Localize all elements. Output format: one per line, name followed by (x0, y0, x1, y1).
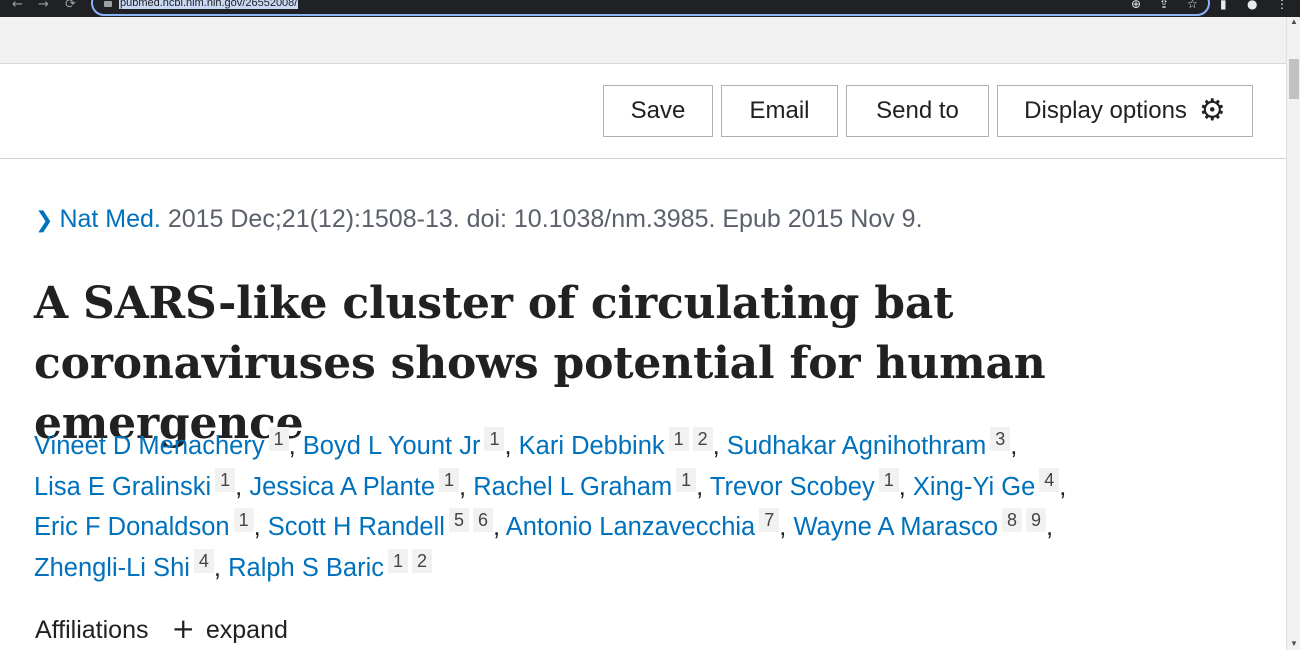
affiliation-ref-badge[interactable]: 1 (676, 467, 697, 492)
browser-toolbar: ← → ⟳ pubmed.ncbi.nlm.nih.gov/26552008/ … (0, 0, 1300, 17)
author-separator: , (898, 472, 906, 501)
gear-icon: ⚙ (1198, 93, 1226, 128)
affiliation-ref-badge[interactable]: 1 (484, 427, 505, 451)
page-scrollbar[interactable]: ▲ ▼ (1286, 17, 1300, 650)
author-link[interactable]: Zhengli-Li Shi (34, 554, 190, 582)
affiliation-ref-badge[interactable]: 2 (692, 427, 713, 451)
author-link[interactable]: Ralph S Baric (228, 554, 384, 582)
chevron-right-icon[interactable]: ❯ (35, 208, 53, 233)
email-button-label: Email (749, 97, 810, 124)
author-separator: , (459, 472, 467, 501)
side-panel-icon[interactable]: ▮ (1220, 0, 1227, 10)
affiliation-ref-badge[interactable]: 6 (472, 508, 493, 532)
article-actions-bar: Save Email Send to Display options ⚙ (0, 65, 1286, 159)
send-to-button-label: Send to (876, 97, 959, 124)
affiliation-ref-badge[interactable]: 1 (878, 467, 899, 492)
reload-icon[interactable]: ⟳ (65, 0, 76, 11)
author-separator: , (1010, 432, 1018, 460)
scroll-thumb[interactable] (1289, 59, 1299, 99)
author-item: Scott H Randell 5 6, (268, 508, 501, 541)
author-item: Lisa E Gralinski 1, (34, 467, 243, 501)
affiliation-ref-badge[interactable]: 5 (448, 508, 469, 532)
display-options-button-label: Display options (1024, 97, 1187, 124)
display-options-button[interactable]: Display options ⚙ (997, 85, 1253, 137)
author-item: Eric F Donaldson 1, (34, 508, 261, 541)
affiliations-label: Affiliations (35, 616, 149, 644)
affiliation-ref-badge[interactable]: 1 (233, 508, 254, 532)
affiliation-ref-badge[interactable]: 4 (193, 548, 214, 573)
author-item: Antonio Lanzavecchia 7, (506, 508, 787, 541)
author-link[interactable]: Lisa E Gralinski (34, 473, 211, 501)
author-link[interactable]: Scott H Randell (268, 513, 445, 541)
save-button[interactable]: Save (603, 85, 713, 137)
expand-affiliations-button[interactable]: expand (206, 616, 288, 644)
plus-icon[interactable]: + (171, 612, 194, 645)
author-item: Ralph S Baric 1 2 (228, 548, 433, 582)
author-link[interactable]: Sudhakar Agnihothram (727, 432, 986, 460)
profile-icon[interactable]: ● (1247, 0, 1257, 10)
author-item: Boyd L Yount Jr 1, (303, 427, 512, 460)
author-item: Kari Debbink 1 2, (519, 427, 720, 460)
author-item: Sudhakar Agnihothram 3, (727, 427, 1018, 460)
affiliation-ref-badge[interactable]: 3 (990, 427, 1011, 451)
citation-details: 2015 Dec;21(12):1508-13. doi: 10.1038/nm… (160, 205, 923, 233)
author-link[interactable]: Eric F Donaldson (34, 513, 230, 541)
journal-link[interactable]: Nat Med. (59, 205, 160, 233)
author-item: Vineet D Menachery 1, (34, 427, 296, 460)
author-link[interactable]: Rachel L Graham (473, 473, 672, 501)
author-item: Xing-Yi Ge 4, (913, 467, 1067, 501)
url-text[interactable]: pubmed.ncbi.nlm.nih.gov/26552008/ (119, 0, 299, 9)
author-link[interactable]: Xing-Yi Ge (913, 473, 1035, 501)
affiliation-ref-badge[interactable]: 7 (759, 508, 780, 532)
affiliation-ref-badge[interactable]: 1 (268, 427, 289, 451)
author-list: Vineet D Menachery 1, Boyd L Yount Jr 1, K… (34, 426, 1214, 588)
author-link[interactable]: Wayne A Marasco (793, 513, 998, 541)
author-item: Zhengli-Li Shi 4, (34, 548, 222, 582)
author-link[interactable]: Boyd L Yount Jr (303, 432, 481, 460)
author-separator: , (288, 432, 296, 460)
author-item: Rachel L Graham 1, (473, 467, 704, 501)
author-separator: , (779, 513, 787, 541)
citation-line: ❯ Nat Med. 2015 Dec;21(12):1508-13. doi: … (35, 205, 923, 234)
affiliation-ref-badge[interactable]: 8 (1002, 508, 1022, 532)
affiliation-ref-badge[interactable]: 9 (1026, 508, 1046, 532)
save-button-label: Save (630, 97, 686, 124)
author-separator: , (253, 513, 261, 541)
email-button[interactable]: Email (721, 85, 838, 137)
author-link[interactable]: Kari Debbink (519, 432, 665, 460)
author-link[interactable]: Antonio Lanzavecchia (506, 513, 756, 541)
back-icon[interactable]: ← (12, 0, 23, 11)
zoom-icon[interactable]: ⊕ (1131, 0, 1141, 10)
author-separator: , (696, 472, 704, 501)
author-separator: , (1046, 513, 1054, 541)
send-to-button[interactable]: Send to (846, 85, 989, 137)
author-separator: , (492, 513, 501, 541)
forward-icon[interactable]: → (38, 0, 49, 11)
author-link[interactable]: Trevor Scobey (710, 473, 875, 501)
author-separator: , (1059, 472, 1067, 501)
top-gray-band (0, 17, 1286, 64)
author-item: Jessica A Plante 1, (249, 467, 467, 501)
author-link[interactable]: Jessica A Plante (249, 473, 435, 501)
affiliations-row: Affiliations + expand (35, 612, 288, 645)
affiliation-ref-badge[interactable]: 1 (668, 427, 689, 451)
author-separator: , (235, 472, 243, 501)
share-icon[interactable]: ⇪ (1159, 0, 1169, 10)
affiliation-ref-badge[interactable]: 1 (439, 467, 460, 492)
lock-icon (104, 1, 112, 7)
scroll-up-arrow-icon[interactable]: ▲ (1290, 17, 1298, 26)
author-separator: , (213, 553, 222, 582)
affiliation-ref-badge[interactable]: 4 (1039, 467, 1060, 492)
author-item: Wayne A Marasco 8 9, (793, 508, 1054, 541)
scroll-down-arrow-icon[interactable]: ▼ (1290, 639, 1298, 648)
author-link[interactable]: Vineet D Menachery (34, 432, 265, 460)
author-item: Trevor Scobey 1, (710, 467, 906, 501)
author-separator: , (712, 432, 720, 460)
author-separator: , (504, 432, 512, 460)
affiliation-ref-badge[interactable]: 1 (388, 548, 409, 573)
menu-icon[interactable]: ⋮ (1276, 0, 1288, 10)
affiliation-ref-badge[interactable]: 2 (412, 548, 433, 573)
bookmark-star-icon[interactable]: ☆ (1187, 0, 1198, 10)
affiliation-ref-badge[interactable]: 1 (215, 467, 236, 492)
